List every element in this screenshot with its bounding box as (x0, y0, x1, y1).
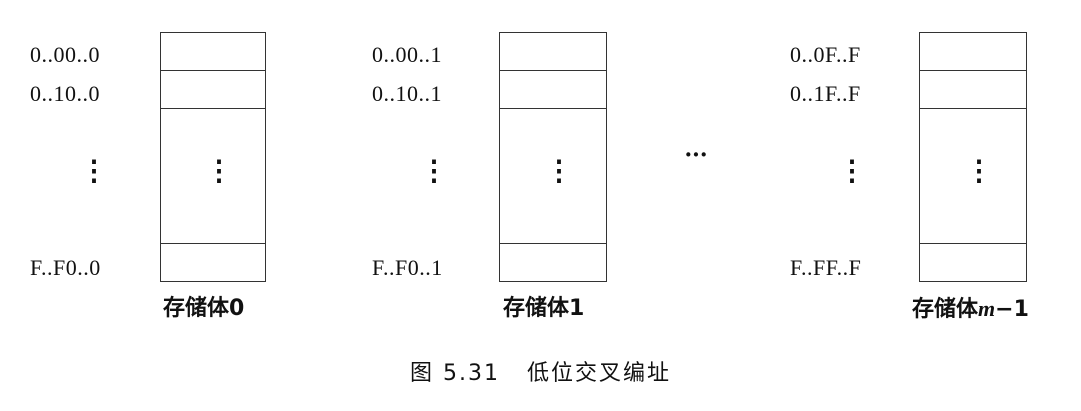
figure-caption: 图 5.31 低位交叉编址 (410, 361, 671, 386)
bank-m-1-address-row0: 0..0F..F (790, 42, 861, 67)
bank-1-inner-ellipsis: ⋮ (545, 156, 573, 187)
bank-m-1-address-last: F..FF..F (790, 255, 862, 280)
bank-m-1-cell-divider (920, 70, 1026, 71)
bank-m-1-label: 存储体m−1 (912, 296, 1029, 323)
bank-0-address-row1: 0..10..0 (30, 81, 100, 106)
bank-1-address-row1: 0..10..1 (372, 81, 442, 106)
more-banks-ellipsis: ··· (684, 140, 708, 169)
bank-0-cell-divider (161, 243, 265, 244)
bank-0-address-last: F..F0..0 (30, 255, 101, 280)
bank-0-address-row0: 0..00..0 (30, 42, 100, 67)
diagram-canvas: 0..00..0 0..10..0 ⋮ F..F0..0 ⋮ 存储体0 0..0… (0, 0, 1081, 411)
bank-1-cell-divider (500, 70, 606, 71)
bank-0-label: 存储体0 (163, 296, 245, 321)
bank-0-address-ellipsis: ⋮ (80, 156, 108, 187)
bank-m-1-address-ellipsis: ⋮ (838, 156, 866, 187)
bank-0-inner-ellipsis: ⋮ (205, 156, 233, 187)
bank-m-1-label-prefix: 存储体 (912, 297, 979, 322)
bank-m-1-label-variable: m (978, 296, 996, 321)
bank-0-box: ⋮ (160, 32, 266, 282)
bank-m-1-address-row1: 0..1F..F (790, 81, 861, 106)
bank-1-cell-divider (500, 108, 606, 109)
bank-1-cell-divider (500, 243, 606, 244)
bank-0-cell-divider (161, 108, 265, 109)
bank-m-1-label-suffix: −1 (995, 297, 1029, 322)
bank-m-1-box: ⋮ (919, 32, 1027, 282)
bank-1-address-last: F..F0..1 (372, 255, 443, 280)
bank-1-address-row0: 0..00..1 (372, 42, 442, 67)
bank-1-address-ellipsis: ⋮ (420, 156, 448, 187)
bank-1-label: 存储体1 (503, 296, 585, 321)
bank-m-1-cell-divider (920, 243, 1026, 244)
bank-m-1-inner-ellipsis: ⋮ (965, 156, 993, 187)
bank-m-1-cell-divider (920, 108, 1026, 109)
bank-1-box: ⋮ (499, 32, 607, 282)
bank-0-cell-divider (161, 70, 265, 71)
